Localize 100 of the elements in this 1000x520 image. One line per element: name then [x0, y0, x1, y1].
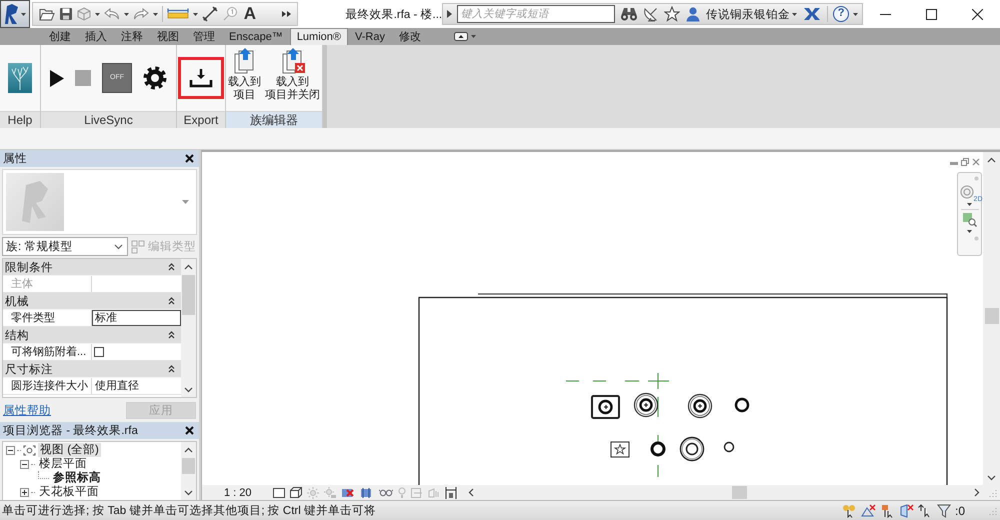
exchange-icon[interactable]	[802, 7, 822, 21]
binoculars-icon[interactable]	[620, 7, 638, 21]
caret-icon[interactable]	[152, 12, 158, 16]
scrollbar-thumb[interactable]	[182, 275, 195, 315]
tree-item[interactable]: 视图 (全部)	[38, 443, 101, 457]
caret-icon[interactable]	[192, 12, 198, 16]
select-links-icon[interactable]	[842, 504, 857, 518]
caret-icon[interactable]	[853, 12, 858, 16]
satellite-dish-icon[interactable]	[643, 6, 660, 22]
property-value-field[interactable]: 标准	[92, 310, 181, 326]
chevron-down-icon[interactable]	[184, 490, 193, 496]
ribbon-tab[interactable]: Lumion®	[290, 28, 348, 45]
user-icon[interactable]	[685, 6, 702, 22]
close-icon[interactable]	[185, 426, 194, 435]
resize-grip-icon[interactable]	[989, 488, 997, 496]
scrollbar[interactable]	[181, 442, 196, 500]
type-selector-dropdown[interactable]: 族: 常规模型	[2, 237, 128, 256]
chevron-down-icon[interactable]	[987, 475, 996, 481]
caret-icon[interactable]	[967, 230, 972, 233]
close-icon[interactable]	[185, 154, 194, 163]
reveal-constraints-icon[interactable]	[444, 486, 457, 500]
scrollbar[interactable]	[983, 152, 1000, 485]
detail-level-icon[interactable]	[272, 488, 285, 498]
undo-icon[interactable]	[104, 8, 120, 20]
filter-icon[interactable]	[936, 504, 951, 518]
overflow-icon[interactable]	[282, 11, 291, 17]
property-group-header[interactable]: 尺寸标注	[3, 361, 181, 378]
collapse-icon[interactable]	[168, 297, 175, 305]
chevron-left-icon[interactable]	[468, 488, 474, 497]
close-icon[interactable]	[972, 8, 983, 20]
ribbon-tab[interactable]: 插入	[78, 28, 114, 45]
export-button[interactable]	[178, 57, 224, 99]
caret-icon[interactable]	[470, 35, 476, 38]
caret-icon[interactable]	[21, 12, 26, 16]
text-tool-button[interactable]: A	[242, 5, 258, 23]
tree-logo-icon[interactable]	[8, 63, 32, 93]
select-underlay-icon[interactable]	[860, 504, 876, 518]
restore-icon[interactable]	[961, 158, 969, 166]
tree-item[interactable]: 天花板平面	[37, 485, 101, 499]
collapse-icon[interactable]	[168, 331, 175, 339]
ribbon-minimize-icon[interactable]	[454, 32, 468, 41]
select-by-face-icon[interactable]	[898, 504, 914, 518]
view-scale[interactable]: 1 : 20	[224, 486, 252, 498]
circle-connector-symbol	[634, 392, 658, 418]
property-group-header[interactable]: 结构	[3, 327, 181, 344]
property-group-header[interactable]: 机械	[3, 293, 181, 310]
ribbon-tab[interactable]: 注释	[114, 28, 150, 45]
collapse-icon[interactable]	[20, 460, 29, 468]
scrollbar-thumb[interactable]	[732, 486, 747, 499]
chevron-up-icon[interactable]	[987, 157, 996, 163]
aligned-dimension-icon[interactable]	[202, 6, 218, 22]
crop-view-icon[interactable]	[340, 486, 355, 498]
play-icon[interactable]	[50, 70, 64, 86]
ribbon-tab[interactable]: 管理	[186, 28, 222, 45]
search-field[interactable]: 键入关键字或短语	[457, 5, 616, 23]
property-value-field[interactable]: 使用直径	[92, 378, 181, 394]
chevron-up-icon[interactable]	[184, 447, 193, 453]
load-into-project-button[interactable]: 载入到 项目	[228, 45, 261, 102]
load-and-close-button[interactable]: 载入到 项目并关闭	[265, 45, 320, 102]
ribbon-tab[interactable]: Enscape™	[222, 28, 290, 45]
collapse-icon[interactable]	[6, 446, 15, 454]
settings-icon[interactable]	[143, 66, 167, 90]
scrollbar-thumb[interactable]	[984, 308, 998, 324]
measure-icon[interactable]	[166, 8, 189, 20]
tree-item[interactable]: 楼层平面	[37, 457, 89, 471]
application-menu-button[interactable]	[0, 0, 30, 28]
checkbox[interactable]	[94, 347, 104, 357]
crop-region-icon[interactable]	[360, 486, 374, 498]
tree-item[interactable]: 参照标高	[51, 471, 103, 485]
property-group-header[interactable]: 限制条件	[3, 259, 181, 276]
expand-icon[interactable]	[20, 488, 29, 496]
ribbon-tab[interactable]: 修改	[392, 28, 428, 45]
properties-help-link[interactable]: 属性帮助	[3, 402, 51, 418]
save-icon[interactable]	[58, 7, 73, 21]
star-icon[interactable]	[664, 6, 680, 22]
cube-icon[interactable]	[290, 487, 302, 498]
chevron-right-icon[interactable]	[974, 488, 980, 497]
caret-icon[interactable]	[967, 203, 972, 206]
select-pinned-icon[interactable]	[880, 504, 895, 518]
maximize-icon[interactable]	[926, 8, 938, 20]
resize-grip-icon[interactable]	[989, 506, 997, 514]
collapse-icon[interactable]	[168, 263, 175, 271]
chevron-down-icon[interactable]	[184, 387, 193, 393]
ribbon-tab[interactable]: V-Ray	[348, 28, 392, 45]
caret-icon[interactable]	[94, 12, 100, 16]
glasses-icon[interactable]	[378, 488, 393, 498]
collapse-icon[interactable]	[168, 365, 175, 373]
caret-icon[interactable]	[124, 12, 129, 16]
group-title: 机械	[5, 294, 29, 308]
expand-arrow-icon[interactable]	[447, 10, 452, 18]
ribbon-tab[interactable]: 创建	[42, 28, 78, 45]
zoom-icon[interactable]	[962, 213, 976, 227]
user-menu-button[interactable]: 传说铜汞银铂金	[706, 6, 798, 22]
ribbon-tab[interactable]: 视图	[150, 28, 186, 45]
chevron-up-icon[interactable]	[184, 264, 193, 270]
redo-icon[interactable]	[132, 8, 149, 20]
scrollbar[interactable]	[181, 259, 196, 397]
folder-icon[interactable]	[38, 8, 55, 20]
caret-icon[interactable]	[792, 12, 798, 16]
scrollbar-thumb[interactable]	[182, 458, 195, 474]
